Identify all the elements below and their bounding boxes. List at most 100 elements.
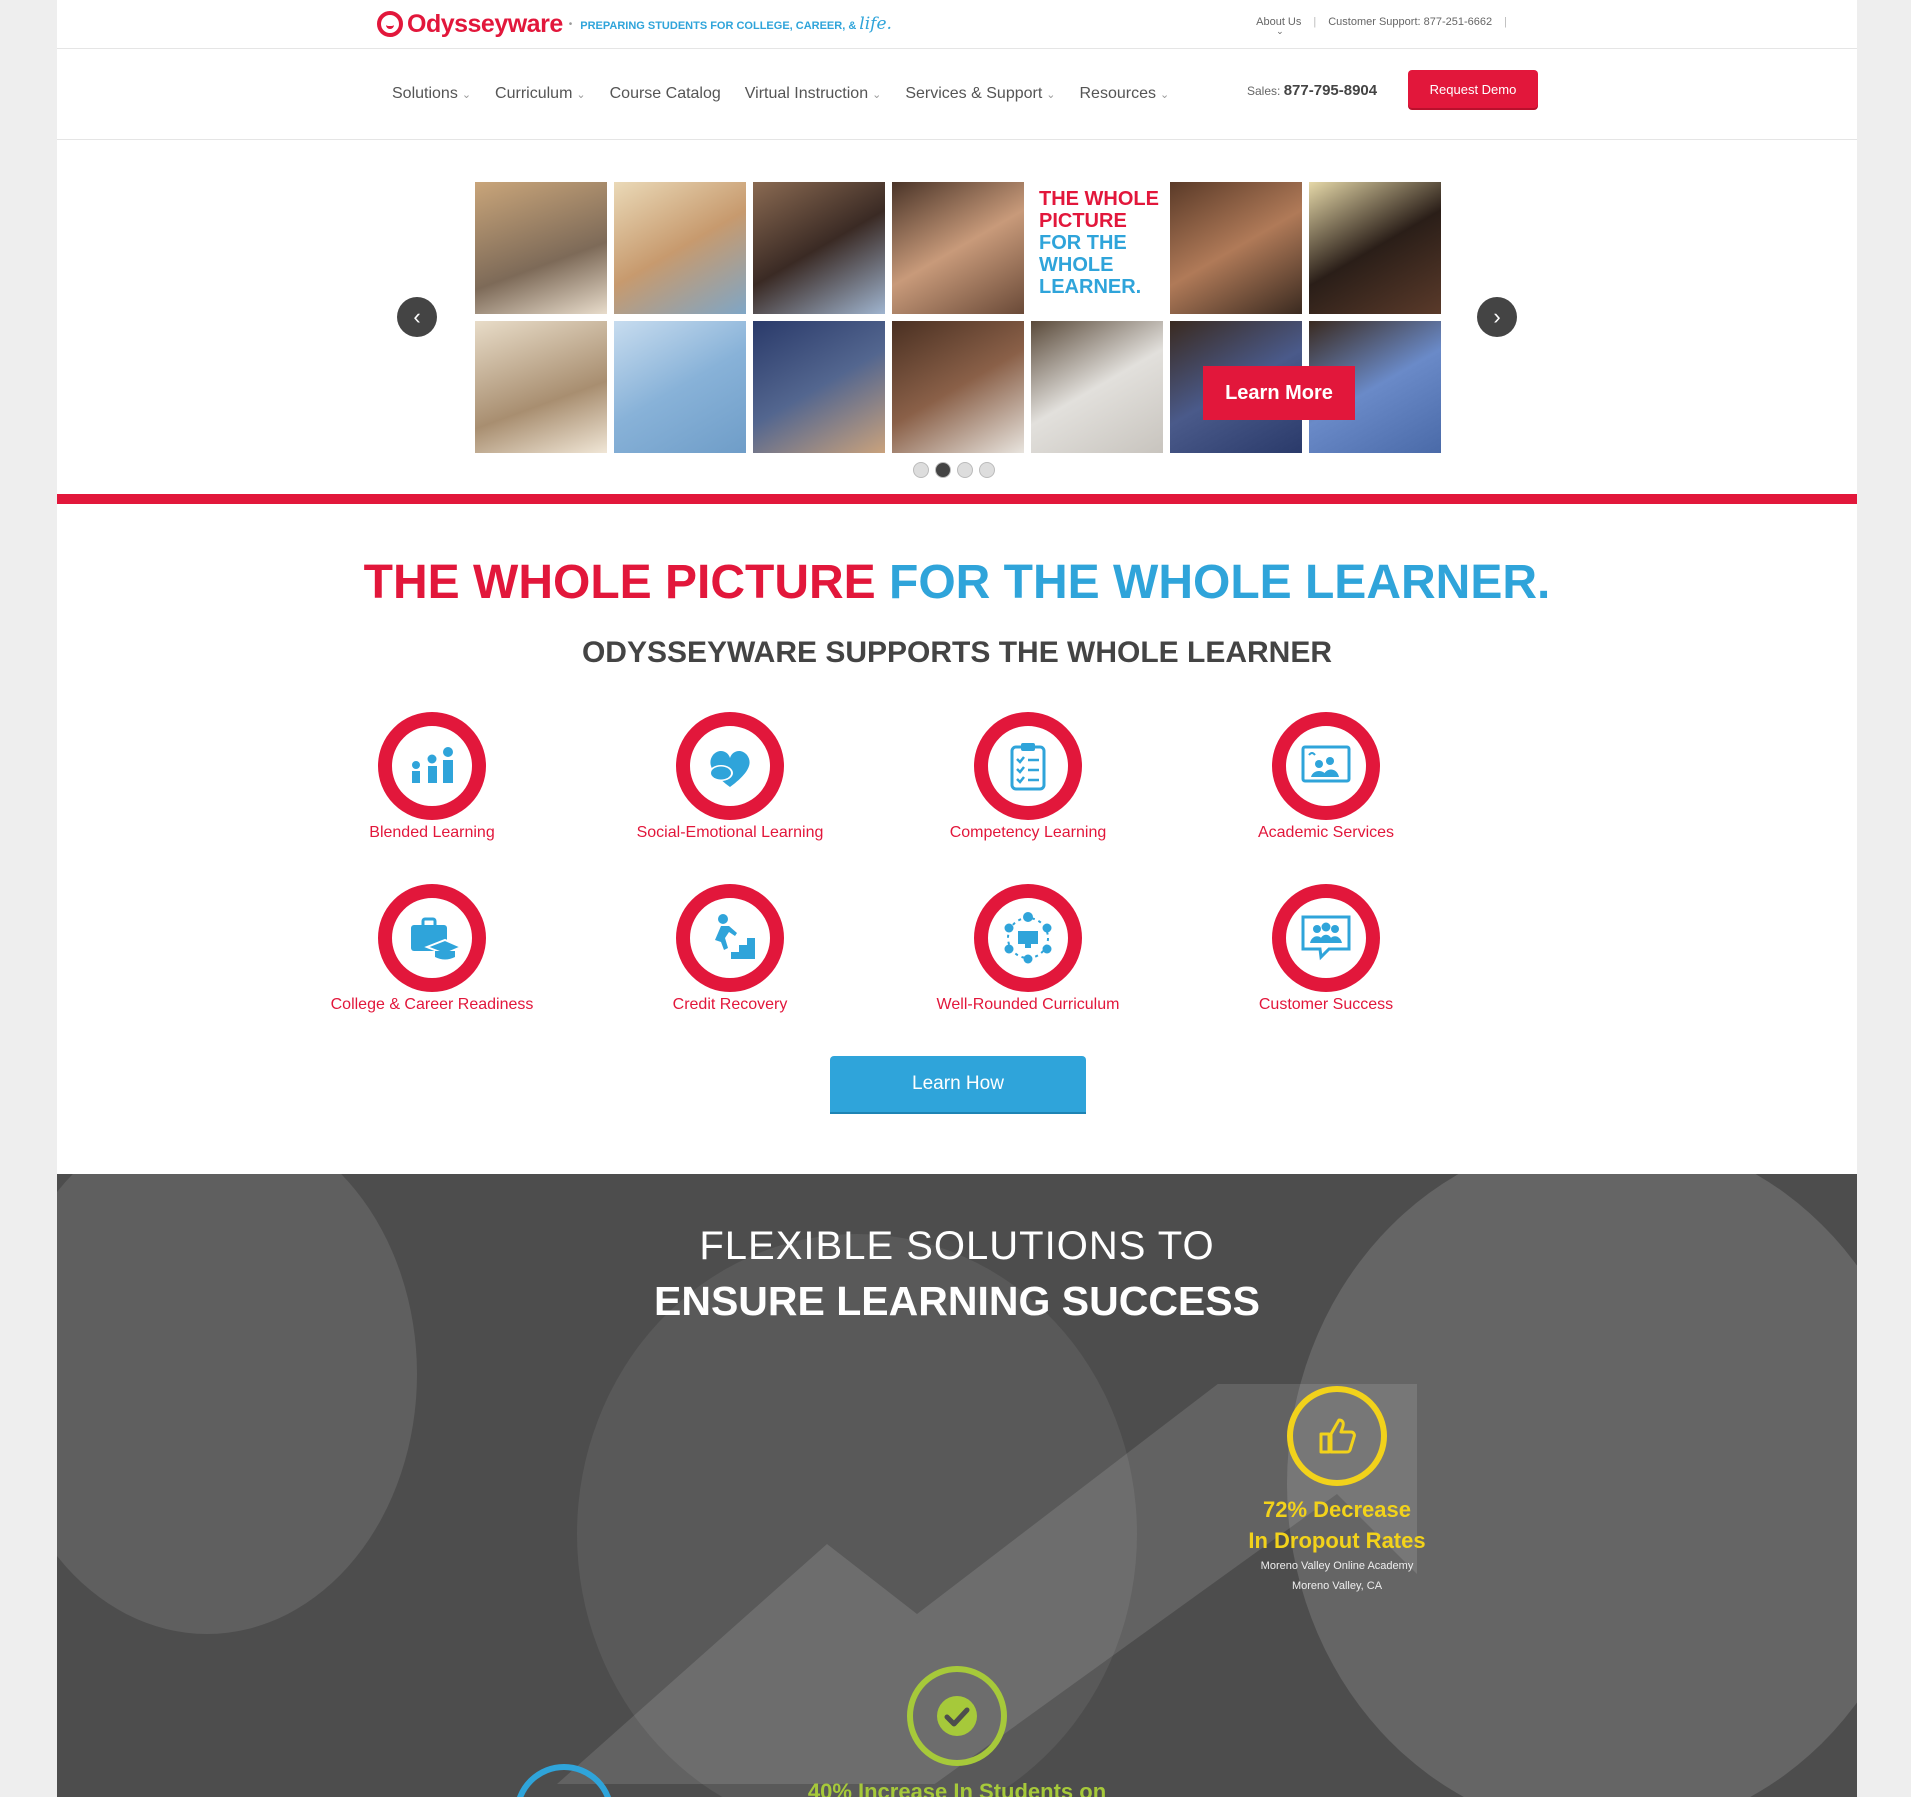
stat-increase: 40% Increase In Students on [767,1666,1147,1797]
top-bar: Odysseyware • PREPARING STUDENTS FOR COL… [57,0,1857,49]
nav-item-services-support[interactable]: Services & Support ⌄ [905,85,1055,103]
stat-location: Moreno Valley, CA [1291,1580,1383,1592]
tagline: PREPARING STUDENTS FOR COLLEGE, CAREER, … [580,14,892,34]
section-headline: THE WHOLE PICTURE FOR THE WHOLE LEARNER. [57,555,1857,610]
feature-competency-learning[interactable]: Competency Learning [898,712,1158,842]
chevron-down-icon: ⌄ [872,88,882,101]
hero-photo-tile [1031,321,1163,453]
hero-photo-tile [892,182,1024,314]
feature-ring [378,884,486,992]
about-us-link[interactable]: About Us ⌄ [1256,16,1301,36]
nav-item-curriculum[interactable]: Curriculum ⌄ [495,85,586,103]
logo[interactable]: Odysseyware • PREPARING STUDENTS FOR COL… [377,9,892,39]
carousel-prev-arrow-icon[interactable]: ‹ [397,297,437,337]
feature-ring [676,712,784,820]
bar-people-icon [412,747,453,783]
feature-ring [974,884,1082,992]
group-chat-icon [1301,915,1351,961]
feature-label: Customer Success [1258,996,1394,1013]
customer-support[interactable]: Customer Support: 877-251-6662 [1328,16,1492,28]
feature-academic-services[interactable]: Academic Services [1196,712,1456,842]
feature-label: Social-Emotional Learning [636,824,824,841]
nav-item-resources[interactable]: Resources ⌄ [1080,85,1170,103]
carousel-dot[interactable] [957,462,973,478]
headline-red: THE WHOLE PICTURE [363,556,876,609]
stat-title-line2: In Dropout Rates [1248,1528,1426,1553]
stat-dropout: 72% Decrease In Dropout Rates Moreno Val… [1207,1386,1467,1596]
checkmark-icon [937,1696,977,1736]
headline-blue: FOR THE WHOLE LEARNER. [889,556,1551,609]
solutions-title-bold: ENSURE LEARNING SUCCESS [654,1278,1260,1324]
feature-label: Academic Services [1257,824,1395,841]
feature-label: College & Career Readiness [330,996,534,1013]
logo-separator: • [568,18,573,30]
hero-photo-tile [753,182,885,314]
chevron-down-icon: ⌄ [1046,88,1056,101]
feature-ring [1272,884,1380,992]
carousel-dots [913,462,995,478]
hero-photo-tile [1309,182,1441,314]
speech-heart-icon [709,751,750,787]
hero-text-red: THE WHOLE PICTURE [1039,188,1159,232]
main-nav: Solutions ⌄ Curriculum ⌄ Course Catalog Virtu… [57,49,1857,140]
feature-label: Well-Rounded Curriculum [936,996,1120,1013]
feature-ring [1272,712,1380,820]
thumbs-up-icon [1319,1418,1356,1454]
hero-text-blue: FOR THE WHOLE LEARNER. [1039,232,1142,298]
divider: | [1313,16,1317,28]
learn-how-button[interactable]: Learn How [830,1056,1086,1112]
nav-items: Solutions ⌄ Curriculum ⌄ Course Catalog Virtu… [392,85,1193,103]
top-links: About Us ⌄ | Customer Support: 877-251-66… [1256,16,1507,36]
carousel-dot[interactable] [913,462,929,478]
stat-source: Moreno Valley Online Academy [1260,1560,1414,1572]
sales-number: 877-795-8904 [1283,82,1378,99]
solutions-section: FLEXIBLE SOLUTIONS TO ENSURE LEARNING SU… [57,1174,1857,1797]
support-label: Customer Support: [1328,16,1421,28]
hero-photo-tile [1170,182,1302,314]
chevron-down-icon: ⌄ [461,88,472,101]
carousel-dot[interactable] [979,462,995,478]
feature-ring [378,712,486,820]
feature-college-career-readiness[interactable]: College & Career Readiness [302,884,562,1014]
feature-customer-success[interactable]: Customer Success [1196,884,1456,1014]
red-divider [57,494,1857,504]
request-demo-button[interactable]: Request Demo [1408,70,1538,108]
feature-ring [974,712,1082,820]
clipboard-checklist-icon [1010,743,1046,791]
chevron-down-icon: ⌄ [1276,26,1284,36]
hero-photo-tile [475,182,607,314]
feature-ring [676,884,784,992]
hero-photo-tile [614,321,746,453]
chevron-down-icon: ⌄ [576,88,586,101]
logo-mark-icon [377,11,403,37]
feature-label: Blended Learning [369,824,495,841]
stat-ring [1287,1386,1387,1486]
feature-label: Competency Learning [949,824,1107,841]
feature-well-rounded-curriculum[interactable]: Well-Rounded Curriculum [898,884,1158,1014]
sales-label: Sales: [1247,84,1281,98]
nav-item-solutions[interactable]: Solutions ⌄ [392,85,471,103]
nav-item-label: Services & Support [905,85,1043,102]
hero-photo-tile [753,321,885,453]
briefcase-cap-icon [411,917,461,960]
stat-title-line1: 72% Decrease [1262,1497,1411,1522]
sales-phone[interactable]: Sales: 877-795-8904 [1247,82,1377,99]
hero-text-tile: THE WHOLE PICTURE FOR THE WHOLE LEARNER. [1031,182,1167,314]
logo-text: Odysseyware [407,9,563,38]
hero-photo-tile [892,321,1024,453]
stat-ring [907,1666,1007,1766]
learn-more-button[interactable]: Learn More [1203,366,1355,420]
chevron-down-icon: ⌄ [1159,88,1170,101]
feature-blended-learning[interactable]: Blended Learning [302,712,562,842]
network-monitor-icon [1004,912,1052,964]
carousel-dot-active[interactable] [935,462,951,478]
nav-item-label: Course Catalog [609,85,721,102]
feature-credit-recovery[interactable]: Credit Recovery [600,884,860,1014]
carousel-next-arrow-icon[interactable]: › [1477,297,1517,337]
nav-item-virtual-instruction[interactable]: Virtual Instruction ⌄ [745,85,882,103]
nav-item-course-catalog[interactable]: Course Catalog [610,85,721,103]
support-phone: 877-251-6662 [1423,16,1493,28]
feature-social-emotional-learning[interactable]: Social-Emotional Learning [600,712,860,842]
stat-title: 40% Increase In Students on [807,1779,1107,1797]
nav-item-label: Solutions [392,85,458,102]
